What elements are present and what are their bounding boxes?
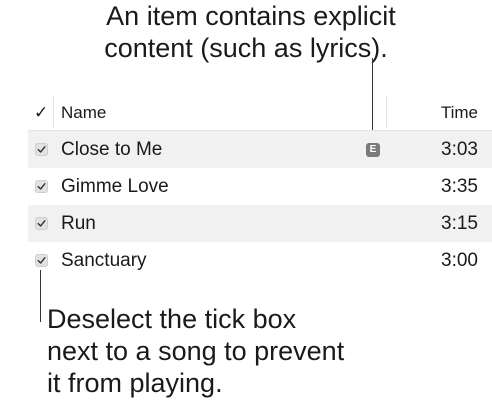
column-header-time[interactable]: Time bbox=[441, 103, 478, 123]
song-name: Run bbox=[61, 213, 96, 234]
song-name: Sanctuary bbox=[61, 250, 147, 271]
checkmark-icon bbox=[37, 183, 46, 190]
explicit-callout-line2: content (such as lyrics). bbox=[104, 33, 388, 63]
song-list: ✓ Name Time Close to Me E 3:03 Gimme Lov… bbox=[28, 95, 492, 279]
tickbox-callout-leader bbox=[40, 270, 41, 322]
tickbox-callout: Deselect the tick box next to a song to … bbox=[47, 303, 344, 399]
tickbox-callout-line3: it from playing. bbox=[47, 368, 223, 398]
tickbox-callout-line2: next to a song to prevent bbox=[47, 336, 345, 366]
song-checkbox[interactable] bbox=[35, 217, 48, 230]
explicit-badge-icon: E bbox=[366, 143, 380, 157]
song-checkbox[interactable] bbox=[35, 180, 48, 193]
song-time: 3:15 bbox=[441, 213, 478, 234]
song-time: 3:03 bbox=[441, 139, 478, 160]
song-row[interactable]: Run 3:15 bbox=[28, 205, 492, 242]
column-divider[interactable] bbox=[53, 97, 54, 127]
checkmark-icon bbox=[37, 257, 46, 264]
song-name: Gimme Love bbox=[61, 176, 169, 197]
song-row[interactable]: Sanctuary 3:00 bbox=[28, 242, 492, 279]
explicit-callout-line1: An item contains explicit bbox=[106, 1, 396, 31]
song-list-header: ✓ Name Time bbox=[28, 95, 492, 131]
song-row[interactable]: Close to Me E 3:03 bbox=[28, 131, 492, 168]
song-time: 3:00 bbox=[441, 250, 478, 271]
tickbox-callout-line1: Deselect the tick box bbox=[47, 304, 297, 334]
column-header-name[interactable]: Name bbox=[61, 103, 106, 123]
checkmark-icon bbox=[37, 146, 46, 153]
song-checkbox[interactable] bbox=[35, 143, 48, 156]
column-divider[interactable] bbox=[386, 97, 387, 127]
song-checkbox[interactable] bbox=[35, 254, 48, 267]
checkmark-icon bbox=[37, 220, 46, 227]
song-row[interactable]: Gimme Love 3:35 bbox=[28, 168, 492, 205]
column-header-check[interactable]: ✓ bbox=[34, 103, 48, 123]
song-name: Close to Me bbox=[61, 139, 163, 160]
song-time: 3:35 bbox=[441, 176, 478, 197]
explicit-callout: An item contains explicit content (such … bbox=[0, 0, 492, 64]
